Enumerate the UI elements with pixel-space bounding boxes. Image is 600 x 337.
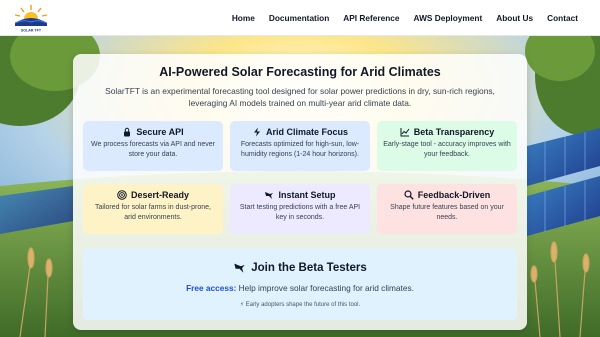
feature-text: We process forecasts via API and never s… [91, 141, 215, 158]
feature-text: Forecasts optimized for high-sun, low-hu… [240, 141, 360, 158]
solar-tft-logo[interactable]: SOLAR TFT [12, 3, 50, 33]
bolt-icon [253, 127, 260, 137]
nav-aws-deployment[interactable]: AWS Deployment [414, 13, 483, 23]
hero-description: SolarTFT is an experimental forecasting … [105, 86, 495, 108]
top-navbar: SOLAR TFT Home Documentation API Referen… [0, 0, 600, 36]
target-icon [117, 190, 127, 200]
feature-desert-ready: Desert-Ready Tailored for solar farms in… [83, 184, 223, 234]
beta-title: Join the Beta Testers [251, 261, 367, 274]
beta-note: ⚡ Early adopters shape the future of thi… [239, 302, 361, 308]
feature-secure-api: Secure API We process forecasts via API … [83, 121, 223, 171]
beta-free-access-line: Free access: Help improve solar forecast… [83, 283, 517, 293]
nav-home[interactable]: Home [232, 13, 255, 23]
lock-icon [124, 127, 131, 137]
hero-card: AI-Powered Solar Forecasting for Arid Cl… [73, 54, 527, 330]
feature-title: Desert-Ready [130, 190, 190, 200]
main-nav: Home Documentation API Reference AWS Dep… [232, 0, 578, 36]
bird-icon [234, 263, 245, 273]
feature-arid-climate-focus: Arid Climate Focus Forecasts optimized f… [230, 121, 370, 171]
feature-text: Start testing predictions with a free AP… [239, 204, 361, 221]
page-title: AI-Powered Solar Forecasting for Arid Cl… [159, 65, 441, 79]
feature-text: Shape future features based on your need… [390, 204, 504, 221]
feature-title: Secure API [136, 127, 184, 137]
nav-documentation[interactable]: Documentation [269, 13, 329, 23]
beta-signup-panel: Join the Beta Testers Free access: Help … [83, 248, 517, 320]
magnifier-icon [404, 190, 414, 200]
feature-title: Beta Transparency [413, 127, 495, 137]
feature-text: Tailored for solar farms in dust-prone, … [95, 204, 211, 221]
bird-icon [265, 192, 274, 199]
nav-about-us[interactable]: About Us [496, 13, 533, 23]
feature-title: Instant Setup [278, 190, 336, 200]
logo-text: SOLAR TFT [21, 29, 42, 33]
feature-feedback-driven: Feedback-Driven Shape future features ba… [377, 184, 517, 234]
free-access-label: Free access: [186, 283, 237, 293]
feature-instant-setup: Instant Setup Start testing predictions … [230, 184, 370, 234]
nav-api-reference[interactable]: API Reference [343, 13, 399, 23]
hero-section: AI-Powered Solar Forecasting for Arid Cl… [0, 36, 600, 337]
feature-text: Early-stage tool - accuracy improves wit… [383, 141, 511, 158]
free-access-text: Help improve solar forecasting for arid … [236, 283, 414, 293]
chart-icon [400, 128, 410, 137]
feature-beta-transparency: Beta Transparency Early-stage tool - acc… [377, 121, 517, 171]
feature-title: Feedback-Driven [417, 190, 491, 200]
feature-title: Arid Climate Focus [265, 127, 348, 137]
nav-contact[interactable]: Contact [547, 13, 578, 23]
